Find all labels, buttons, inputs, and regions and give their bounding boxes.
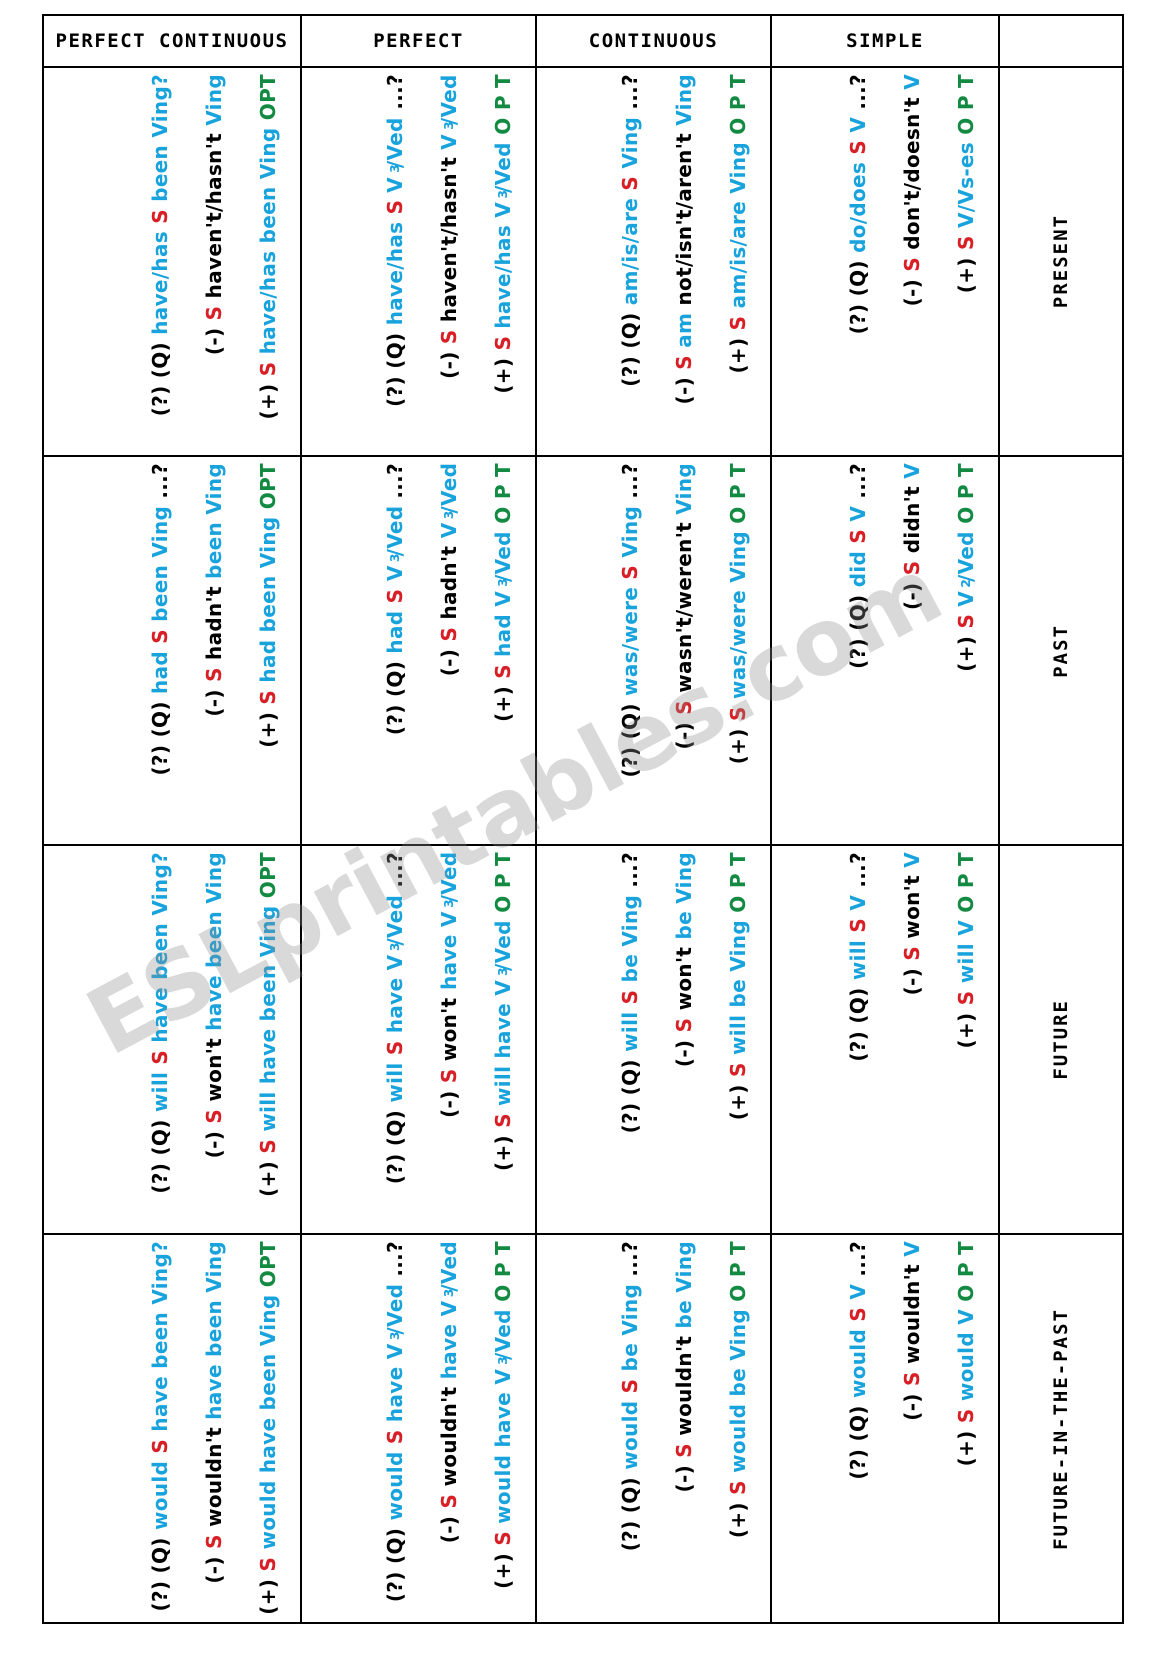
formula-question: (?) (Q) did S V ...?	[846, 463, 870, 669]
tense-label-past: PAST	[1050, 623, 1072, 678]
formula-question: (?) (Q) would S V ...?	[846, 1241, 870, 1480]
formula-affirmative: (+) S will have been Ving OPT	[256, 852, 280, 1197]
formula-question: (?) (Q) will S have been Ving?	[148, 852, 172, 1194]
formula-negative: (-) S won't have been Ving	[202, 852, 226, 1159]
formula-negative: (-) S wouldn't have been Ving	[202, 1241, 226, 1584]
formula-question: (?) (Q) have/has S V3/Ved ...?	[383, 74, 407, 407]
tense-label-cell: FUTURE-IN-THE-PAST	[1000, 1235, 1122, 1622]
cell-past-perfect-continuous: (+) S had been Ving OPT (-) S hadn't been…	[44, 457, 302, 844]
header-continuous: CONTINUOUS	[537, 16, 772, 66]
cell-future-in-the-past-perfect-continuous: (+) S would have been Ving OPT (-) S woul…	[44, 1235, 302, 1622]
cell-future-in-the-past-simple: (+) S would V O P T (-) S wouldn't V (?) (…	[772, 1235, 1000, 1622]
formula-question: (?) (Q) will S V ...?	[846, 852, 870, 1062]
formula-affirmative: (+) S was/were Ving O P T	[726, 463, 750, 765]
formula-question: (?) (Q) am/is/are S Ving ...?	[618, 74, 642, 387]
table-body: (+) S have/has been Ving OPT (-) S haven'…	[44, 68, 1122, 1622]
formula-negative: (-) S didn't V	[900, 463, 924, 610]
cell-future-continuous: (+) S will be Ving O P T (-) S won't be V…	[537, 846, 772, 1233]
formula-affirmative: (+) S would have V3/Ved O P T	[491, 1241, 515, 1589]
formula-question: (?) (Q) would S have been Ving?	[148, 1241, 172, 1612]
formula-question: (?) (Q) would S have V3/Ved ...?	[383, 1241, 407, 1603]
formula-negative: (-) S wouldn't be Ving	[672, 1241, 696, 1493]
cell-future-simple: (+) S will V O P T (-) S won't V (?) (Q) w…	[772, 846, 1000, 1233]
header-perfect: PERFECT	[302, 16, 537, 66]
cell-past-continuous: (+) S was/were Ving O P T (-) S wasn't/we…	[537, 457, 772, 844]
cell-future-in-the-past-perfect: (+) S would have V3/Ved O P T (-) S would…	[302, 1235, 537, 1622]
cell-future-perfect-continuous: (+) S will have been Ving OPT (-) S won't…	[44, 846, 302, 1233]
cell-past-perfect: (+) S had V3/Ved O P T (-) S hadn't V3/Ve…	[302, 457, 537, 844]
formula-negative: (-) S wasn't/weren't Ving	[672, 463, 696, 750]
table-header-row: PERFECT CONTINUOUS PERFECT CONTINUOUS SI…	[44, 16, 1122, 68]
tense-label-cell: FUTURE	[1000, 846, 1122, 1233]
formula-question: (?) (Q) had S V3/Ved ...?	[383, 463, 407, 736]
formula-negative: (-) S won't V	[900, 852, 924, 996]
formula-affirmative: (+) S would be Ving O P T	[726, 1241, 750, 1539]
formula-affirmative: (+) S will V O P T	[954, 852, 978, 1049]
formula-negative: (-) S won't have V3/Ved	[437, 852, 461, 1118]
cell-present-simple: (+) S V/Vs-es O P T (-) S don't/doesn't V…	[772, 68, 1000, 455]
formula-negative: (-) S won't be Ving	[672, 852, 696, 1068]
formula-negative: (-) S hadn't V3/Ved	[437, 463, 461, 677]
formula-affirmative: (+) S would have been Ving OPT	[256, 1241, 280, 1615]
tense-label-present: PRESENT	[1050, 214, 1072, 309]
formula-negative: (-) S wouldn't have V3/Ved	[437, 1241, 461, 1544]
tense-row-present: (+) S have/has been Ving OPT (-) S haven'…	[44, 68, 1122, 457]
header-perfect-continuous: PERFECT CONTINUOUS	[44, 16, 302, 66]
tense-row-past: (+) S had been Ving OPT (-) S hadn't been…	[44, 457, 1122, 846]
header-tense-label-blank	[1000, 16, 1122, 66]
formula-negative: (-) S wouldn't V	[900, 1241, 924, 1421]
tense-label-future-in-the-past: FUTURE-IN-THE-PAST	[1050, 1307, 1072, 1550]
formula-question: (?) (Q) would S be Ving ...?	[618, 1241, 642, 1552]
tense-row-future-in-the-past: (+) S would have been Ving OPT (-) S woul…	[44, 1235, 1122, 1622]
formula-question: (?) (Q) had S been Ving ...?	[148, 463, 172, 776]
formula-affirmative: (+) S had V3/Ved O P T	[491, 463, 515, 722]
formula-affirmative: (+) S V2/Ved O P T	[954, 463, 978, 672]
formula-affirmative: (+) S V/Vs-es O P T	[954, 74, 978, 294]
cell-past-simple: (+) S V2/Ved O P T (-) S didn't V (?) (Q) …	[772, 457, 1000, 844]
formula-affirmative: (+) S am/is/are Ving O P T	[726, 74, 750, 374]
formula-question: (?) (Q) have/has S been Ving?	[148, 74, 172, 417]
formula-question: (?) (Q) was/were S Ving ...?	[618, 463, 642, 778]
formula-question: (?) (Q) will S have V3/Ved ...?	[383, 852, 407, 1185]
header-simple: SIMPLE	[772, 16, 1000, 66]
formula-question: (?) (Q) do/does S V ...?	[846, 74, 870, 335]
cell-future-in-the-past-continuous: (+) S would be Ving O P T (-) S wouldn't …	[537, 1235, 772, 1622]
formula-question: (?) (Q) will S be Ving ...?	[618, 852, 642, 1134]
formula-affirmative: (+) S would V O P T	[954, 1241, 978, 1467]
tense-reference-table: PERFECT CONTINUOUS PERFECT CONTINUOUS SI…	[42, 14, 1124, 1624]
tense-label-future: FUTURE	[1050, 999, 1072, 1080]
formula-negative: (-) S hadn't been Ving	[202, 463, 226, 717]
cell-future-perfect: (+) S will have V3/Ved O P T (-) S won't …	[302, 846, 537, 1233]
cell-present-perfect: (+) S have/has V3/Ved O P T (-) S haven't…	[302, 68, 537, 455]
tense-row-future: (+) S will have been Ving OPT (-) S won't…	[44, 846, 1122, 1235]
formula-affirmative: (+) S have/has V3/Ved O P T	[491, 74, 515, 394]
formula-negative: (-) S am not/isn't/aren't Ving	[672, 74, 696, 405]
formula-negative: (-) S haven't/hasn't V3/Ved	[437, 74, 461, 379]
tense-label-cell: PAST	[1000, 457, 1122, 844]
tense-label-cell: PRESENT	[1000, 68, 1122, 455]
cell-present-perfect-continuous: (+) S have/has been Ving OPT (-) S haven'…	[44, 68, 302, 455]
formula-negative: (-) S haven't/hasn't Ving	[202, 74, 226, 356]
formula-affirmative: (+) S will be Ving O P T	[726, 852, 750, 1121]
formula-affirmative: (+) S had been Ving OPT	[256, 463, 280, 748]
formula-affirmative: (+) S will have V3/Ved O P T	[491, 852, 515, 1171]
formula-negative: (-) S don't/doesn't V	[900, 74, 924, 307]
cell-present-continuous: (+) S am/is/are Ving O P T (-) S am not/i…	[537, 68, 772, 455]
formula-affirmative: (+) S have/has been Ving OPT	[256, 74, 280, 420]
